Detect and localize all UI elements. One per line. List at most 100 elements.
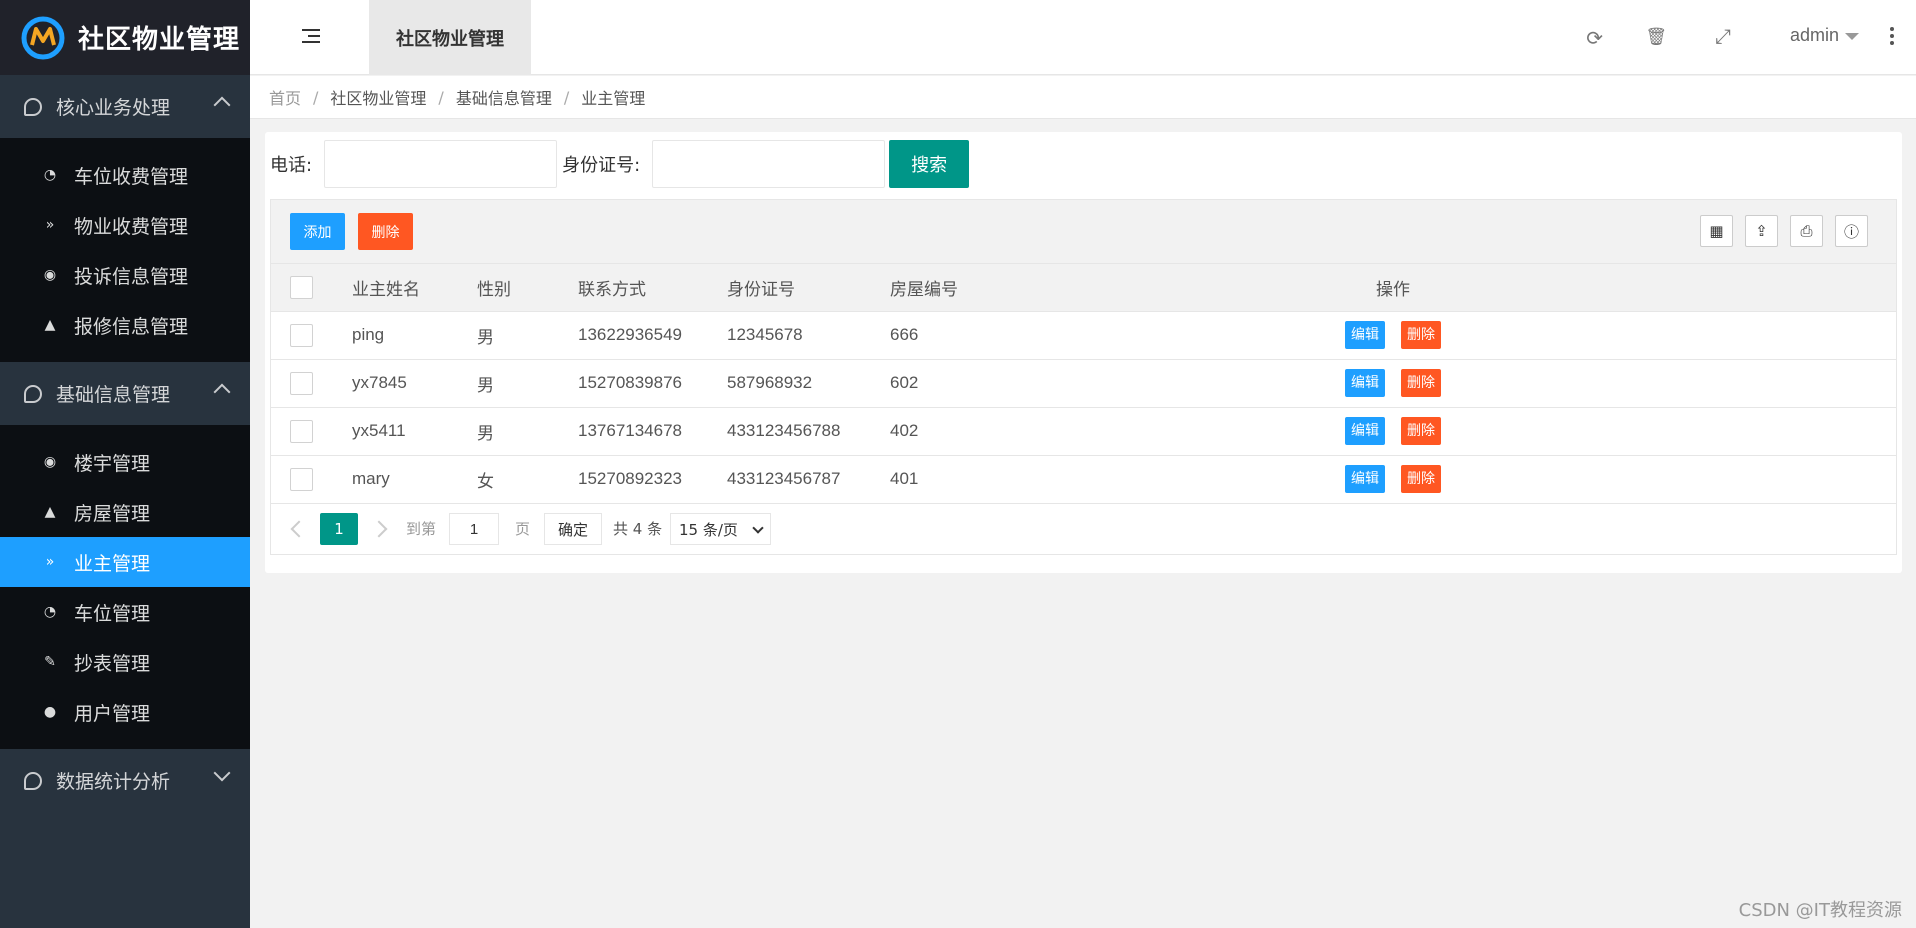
column-header: 性别 xyxy=(477,279,511,300)
row-checkbox[interactable] xyxy=(290,419,313,443)
header-tab[interactable]: 社区物业管理 xyxy=(369,0,531,75)
top-header: 社区物业管理 ⟳ 🗑 ⤢ admin xyxy=(250,0,1916,75)
nav-group-basic[interactable]: 基础信息管理 xyxy=(0,362,250,425)
nav-children-core: ◔ 车位收费管理 » 物业收费管理 ◉ 投诉信息管理 ▲ 报修信息管理 xyxy=(0,138,250,362)
breadcrumb-home[interactable]: 首页 xyxy=(269,85,301,109)
row-checkbox[interactable] xyxy=(290,371,313,395)
column-header: 房屋编号 xyxy=(890,279,958,300)
delete-button[interactable]: 删除 xyxy=(1401,465,1441,494)
info-icon[interactable]: ⓘ xyxy=(1835,215,1868,247)
sidebar-item-owners[interactable]: » 业主管理 xyxy=(0,537,250,587)
owner-idcard: 12345678 xyxy=(727,325,803,344)
owner-phone: 13767134678 xyxy=(578,421,683,440)
current-page[interactable]: 1 xyxy=(320,513,358,545)
user-menu[interactable]: admin xyxy=(1790,25,1859,46)
owner-phone: 15270839876 xyxy=(578,373,683,392)
refresh-icon[interactable]: ⟳ xyxy=(1586,26,1603,51)
delete-button[interactable]: 删除 xyxy=(1401,417,1441,445)
row-checkbox[interactable] xyxy=(290,467,313,491)
sidebar-item-label: 房屋管理 xyxy=(74,502,151,525)
sidebar-item-meter[interactable]: ✎ 抄表管理 xyxy=(0,637,250,687)
add-button[interactable]: 添加 xyxy=(290,213,345,250)
edit-button[interactable]: 编辑 xyxy=(1345,321,1385,349)
sidebar-item-parking[interactable]: ◔ 车位管理 xyxy=(0,587,250,637)
sidebar-item-label: 楼宇管理 xyxy=(74,452,151,475)
dashboard-icon: ◔ xyxy=(43,604,57,620)
select-all-checkbox[interactable] xyxy=(290,275,313,299)
sidebar-item-houses[interactable]: ▲ 房屋管理 xyxy=(0,487,250,537)
sidebar-item-buildings[interactable]: ◉ 楼宇管理 xyxy=(0,437,250,487)
table-row: yx7845 男 15270839876 587968932 602 编辑 删除 xyxy=(271,359,1896,407)
phone-input[interactable] xyxy=(324,140,558,188)
data-table: 添加 删除 ▦ ⇪ ⎙ ⓘ 业主姓名 性别 联系方式 身份证号 房屋编号 操作 xyxy=(270,199,1897,555)
goto-confirm-button[interactable]: 确定 xyxy=(544,513,602,545)
delete-button[interactable]: 删除 xyxy=(1401,321,1441,349)
sidebar-item-complaints[interactable]: ◉ 投诉信息管理 xyxy=(0,250,250,300)
goto-page-input[interactable] xyxy=(449,513,499,545)
edit-button[interactable]: 编辑 xyxy=(1345,465,1385,494)
sidebar-item-label: 抄表管理 xyxy=(74,652,151,675)
owner-phone: 13622936549 xyxy=(578,325,683,344)
batch-delete-button[interactable]: 删除 xyxy=(358,213,413,250)
sidebar-item-users[interactable]: ● 用户管理 xyxy=(0,687,250,737)
owner-name: ping xyxy=(352,325,385,344)
owner-house: 402 xyxy=(890,421,919,440)
logo-area: 社区物业管理 xyxy=(0,0,250,75)
next-page-icon[interactable] xyxy=(370,520,388,538)
watermark: CSDN @IT教程资源 xyxy=(1738,900,1902,921)
export-icon[interactable]: ⇪ xyxy=(1745,215,1778,247)
table-header-row: 业主姓名 性别 联系方式 身份证号 房屋编号 操作 xyxy=(271,264,1896,311)
goto-suffix: 页 xyxy=(515,520,531,538)
search-button[interactable]: 搜索 xyxy=(889,140,970,188)
fullscreen-icon[interactable]: ⤢ xyxy=(1715,26,1731,49)
breadcrumb-item[interactable]: 社区物业管理 xyxy=(330,85,426,109)
target-icon: ◉ xyxy=(43,267,57,283)
table-row: yx5411 男 13767134678 433123456788 402 编辑… xyxy=(271,407,1896,455)
owner-gender: 男 xyxy=(477,423,494,443)
delete-button[interactable]: 删除 xyxy=(1401,369,1441,397)
nav-group-core[interactable]: 核心业务处理 xyxy=(0,75,250,138)
print-icon[interactable]: ⎙ xyxy=(1790,215,1823,247)
breadcrumb-item[interactable]: 基础信息管理 xyxy=(456,85,552,109)
edit-button[interactable]: 编辑 xyxy=(1345,417,1385,445)
up-circle-icon: ▲ xyxy=(44,317,56,333)
page-size-select[interactable]: 15 条/页 xyxy=(670,513,771,545)
row-checkbox[interactable] xyxy=(290,323,313,347)
sidebar: 社区物业管理 核心业务处理 ◔ 车位收费管理 » 物业收费管理 ◉ 投诉信息管理… xyxy=(0,0,250,928)
table-toolbar: 添加 删除 ▦ ⇪ ⎙ ⓘ xyxy=(271,200,1896,264)
more-vertical-icon[interactable] xyxy=(1890,27,1894,48)
nav-group-stats[interactable]: 数据统计分析 xyxy=(0,749,250,812)
owner-house: 401 xyxy=(890,469,919,489)
chevron-down-icon xyxy=(752,522,764,534)
edit-icon: ✎ xyxy=(44,654,56,670)
sidebar-item-label: 物业收费管理 xyxy=(74,215,189,238)
logo-icon xyxy=(20,15,66,61)
search-form: 电话: 身份证号: 搜索 xyxy=(270,140,970,188)
chevron-up-icon xyxy=(213,96,231,114)
owner-house: 602 xyxy=(890,373,919,392)
breadcrumb-separator: / xyxy=(563,87,570,107)
owner-name: yx5411 xyxy=(352,421,406,440)
owner-phone: 15270892323 xyxy=(578,469,683,489)
trash-icon[interactable]: 🗑 xyxy=(1645,27,1667,47)
pagination: 1 到第 页 确定 共 4 条 15 条/页 xyxy=(271,503,1896,553)
column-header: 业主姓名 xyxy=(352,279,420,300)
edit-button[interactable]: 编辑 xyxy=(1345,369,1385,397)
sidebar-item-property-fee[interactable]: » 物业收费管理 xyxy=(0,200,250,250)
total-count: 共 4 条 xyxy=(613,520,663,538)
owner-idcard: 587968932 xyxy=(727,373,813,392)
sidebar-item-parking-fee[interactable]: ◔ 车位收费管理 xyxy=(0,150,250,200)
idcard-input[interactable] xyxy=(652,140,886,188)
prev-page-icon[interactable] xyxy=(290,520,308,538)
sidebar-item-label: 用户管理 xyxy=(74,702,151,725)
menu-toggle-icon[interactable] xyxy=(302,29,320,45)
breadcrumb-separator: / xyxy=(438,87,444,107)
app-title: 社区物业管理 xyxy=(78,25,241,55)
chevron-down-icon xyxy=(213,764,231,782)
sidebar-item-label: 车位管理 xyxy=(74,602,151,625)
sidebar-item-repairs[interactable]: ▲ 报修信息管理 xyxy=(0,300,250,350)
columns-icon[interactable]: ▦ xyxy=(1700,215,1733,247)
owner-name: yx7845 xyxy=(352,373,407,392)
nav-group-label: 核心业务处理 xyxy=(56,97,171,119)
sidebar-item-label: 报修信息管理 xyxy=(74,315,189,338)
